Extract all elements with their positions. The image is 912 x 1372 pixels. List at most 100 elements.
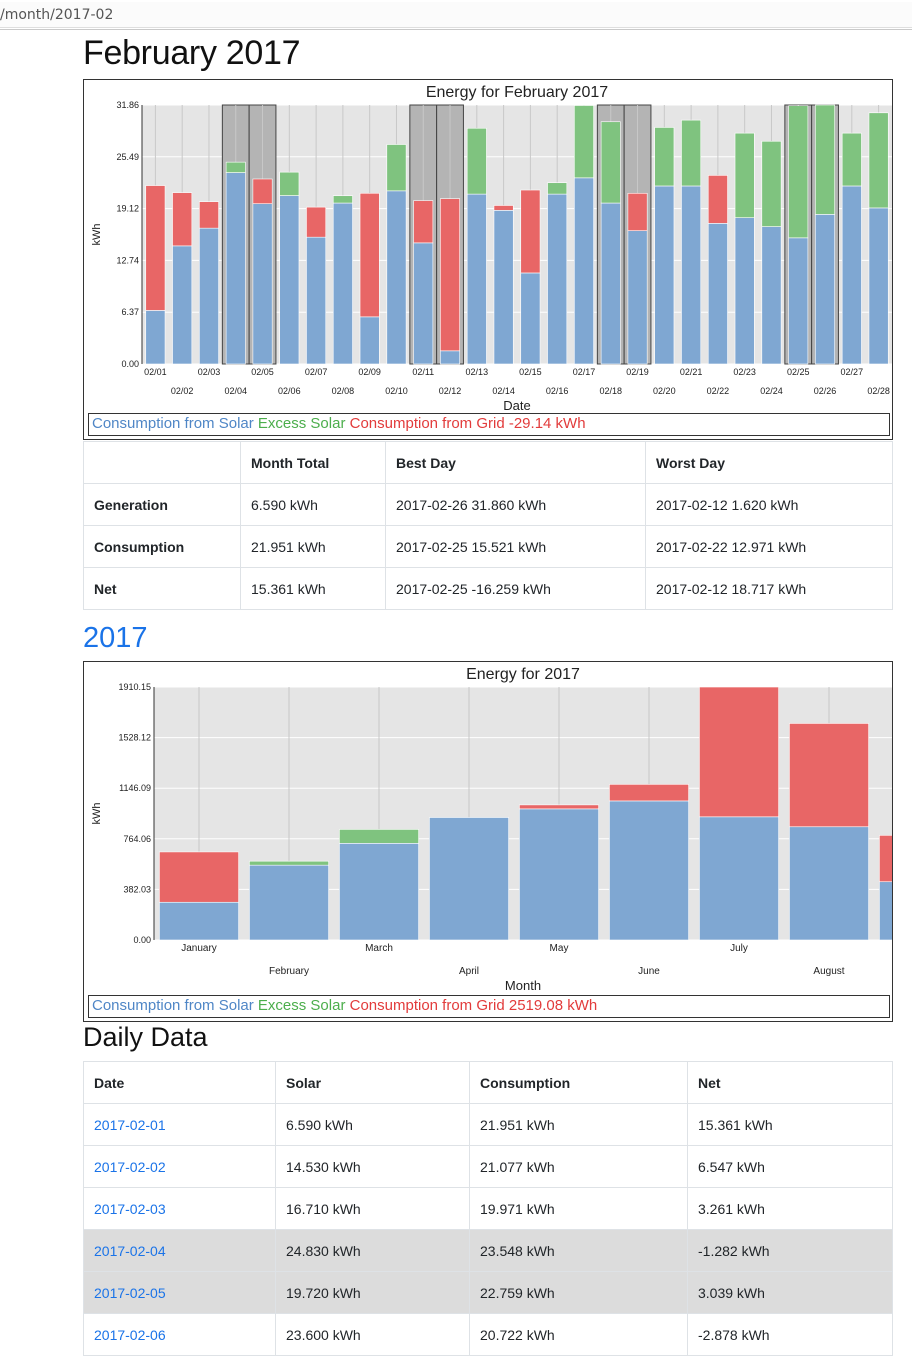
x-tick-label: June: [638, 966, 660, 977]
bar-consumption-from-grid: [172, 192, 193, 247]
y-tick-label: 1528.12: [118, 733, 151, 743]
daily-date-cell: 2017-02-01: [83, 1103, 276, 1146]
bar-consumption-from-solar: [707, 223, 728, 365]
daily-value-cell: 20.722 kWh: [469, 1313, 688, 1356]
bar-consumption-from-solar: [225, 172, 246, 365]
summary-row-consumption: Consumption 21.951 kWh 2017-02-25 15.521…: [83, 525, 893, 568]
daily-date-link[interactable]: 2017-02-03: [94, 1201, 166, 1217]
x-tick-label: 02/15: [519, 367, 542, 377]
daily-data-title: Daily Data: [83, 1022, 208, 1052]
yearly-energy-chart: Energy for 2017 0.00 382.03 764.06 1146.09 15…: [83, 661, 893, 1022]
bar-consumption-from-solar: [761, 226, 782, 365]
daily-date-link[interactable]: 2017-02-06: [94, 1327, 166, 1343]
x-tick-label: 02/19: [626, 367, 649, 377]
daily-value-cell: 19.971 kWh: [469, 1187, 688, 1230]
summary-header-blank: [83, 441, 241, 484]
bar-excess-solar: [225, 161, 246, 173]
x-tick-label: 02/23: [733, 367, 756, 377]
legend-grid: Consumption from Grid -29.14 kWh: [349, 415, 586, 432]
daily-date-cell: 2017-02-03: [83, 1187, 276, 1230]
bar-consumption-from-solar: [466, 193, 487, 365]
bar-consumption-from-solar: [386, 190, 407, 365]
bar-consumption-from-solar: [815, 214, 835, 365]
bar-excess-solar: [279, 171, 300, 196]
bar-consumption-from-solar: [547, 193, 568, 365]
daily-value-cell: 6.547 kWh: [687, 1145, 893, 1188]
bar-consumption-from-solar: [654, 185, 675, 365]
summary-header-row: Month Total Best Day Worst Day: [83, 441, 893, 484]
yearly-chart-legend: Consumption from Solar Excess Solar Cons…: [88, 995, 890, 1018]
bar-consumption-from-solar: [359, 316, 380, 365]
x-tick-label: 02/02: [171, 386, 194, 396]
y-tick-label: 6.37: [121, 307, 139, 317]
legend-grid: Consumption from Grid 2519.08 kWh: [349, 997, 598, 1014]
x-tick-label: 02/26: [814, 386, 837, 396]
daily-date-link[interactable]: 2017-02-01: [94, 1117, 166, 1133]
monthly-energy-chart: Energy for February 2017 0.00 6.37 12.74 19.…: [83, 79, 893, 440]
x-tick-label: February: [269, 966, 309, 977]
x-tick-label: 02/16: [546, 386, 569, 396]
bar-consumption-from-solar: [600, 202, 621, 365]
daily-date-cell: 2017-02-04: [83, 1229, 276, 1272]
daily-row: 2017-02-01 6.590 kWh 21.951 kWh 15.361 kWh: [83, 1103, 893, 1146]
daily-data-table: Date Solar Consumption Net 2017-02-01 6.5…: [83, 1061, 893, 1356]
bar-consumption-from-solar: [734, 217, 755, 365]
bar-consumption-from-grid: [519, 804, 599, 810]
daily-row: 2017-02-05 19.720 kWh 22.759 kWh 3.039 kWh: [83, 1271, 893, 1314]
y-tick-label: 1146.09: [119, 783, 151, 793]
x-tick-label: July: [730, 943, 748, 954]
summary-row-generation: Generation 6.590 kWh 2017-02-26 31.860 k…: [83, 483, 893, 526]
x-tick-label: 02/22: [707, 386, 730, 396]
daily-value-cell: 23.600 kWh: [275, 1313, 470, 1356]
x-tick-label: 02/05: [251, 367, 274, 377]
daily-row: 2017-02-02 14.530 kWh 21.077 kWh 6.547 kWh: [83, 1145, 893, 1188]
bar-excess-solar: [681, 119, 702, 187]
bar-consumption-from-grid: [699, 686, 779, 818]
summary-cell: 2017-02-12 18.717 kWh: [645, 567, 893, 610]
browser-address-bar[interactable]: /month/2017-02: [0, 0, 912, 30]
daily-row: 2017-02-03 16.710 kWh 19.971 kWh 3.261 kWh: [83, 1187, 893, 1230]
bar-consumption-from-solar: [627, 230, 648, 365]
bar-consumption-from-grid: [879, 835, 892, 883]
summary-cell: 2017-02-26 31.860 kWh: [385, 483, 646, 526]
daily-header-consumption: Consumption: [469, 1061, 688, 1104]
year-link[interactable]: 2017: [83, 622, 148, 655]
bar-consumption-from-solar: [440, 350, 460, 365]
x-tick-label: May: [550, 943, 569, 954]
summary-cell: 2017-02-22 12.971 kWh: [645, 525, 893, 568]
y-tick-label: 25.49: [116, 152, 139, 162]
x-axis-label: Date: [503, 398, 530, 413]
x-tick-label: 02/27: [841, 367, 864, 377]
daily-header-net: Net: [687, 1061, 893, 1104]
daily-date-link[interactable]: 2017-02-05: [94, 1285, 166, 1301]
bar-excess-solar: [841, 132, 862, 187]
x-tick-label: 02/28: [867, 386, 890, 396]
bar-excess-solar: [815, 104, 835, 215]
bar-excess-solar: [600, 121, 621, 204]
bar-consumption-from-grid: [145, 185, 166, 311]
x-tick-label: 02/09: [358, 367, 381, 377]
bar-excess-solar: [654, 127, 675, 187]
summary-cell: 2017-02-25 -16.259 kWh: [385, 567, 646, 610]
y-tick-label: 0.00: [133, 935, 151, 945]
bar-consumption-from-solar: [306, 236, 327, 365]
y-tick-label: 382.03: [123, 884, 151, 894]
daily-value-cell: -2.878 kWh: [687, 1313, 893, 1356]
bar-excess-solar: [574, 105, 594, 179]
bar-excess-solar: [788, 105, 809, 239]
legend-excess: Excess Solar: [257, 415, 346, 432]
daily-header-row: Date Solar Consumption Net: [83, 1061, 893, 1104]
summary-row-label: Net: [83, 567, 241, 610]
summary-header-best-day: Best Day: [385, 441, 646, 484]
y-tick-label: 31.86: [116, 100, 139, 110]
daily-date-link[interactable]: 2017-02-04: [94, 1243, 166, 1259]
x-tick-label: 02/24: [760, 386, 783, 396]
bar-consumption-from-solar: [868, 207, 889, 365]
url-text[interactable]: /month/2017-02: [0, 2, 912, 28]
daily-value-cell: 24.830 kWh: [275, 1229, 470, 1272]
summary-row-label: Generation: [83, 483, 241, 526]
daily-value-cell: 14.530 kWh: [275, 1145, 470, 1188]
x-tick-label: August: [813, 966, 844, 977]
daily-date-link[interactable]: 2017-02-02: [94, 1159, 166, 1175]
bar-excess-solar: [547, 182, 568, 195]
